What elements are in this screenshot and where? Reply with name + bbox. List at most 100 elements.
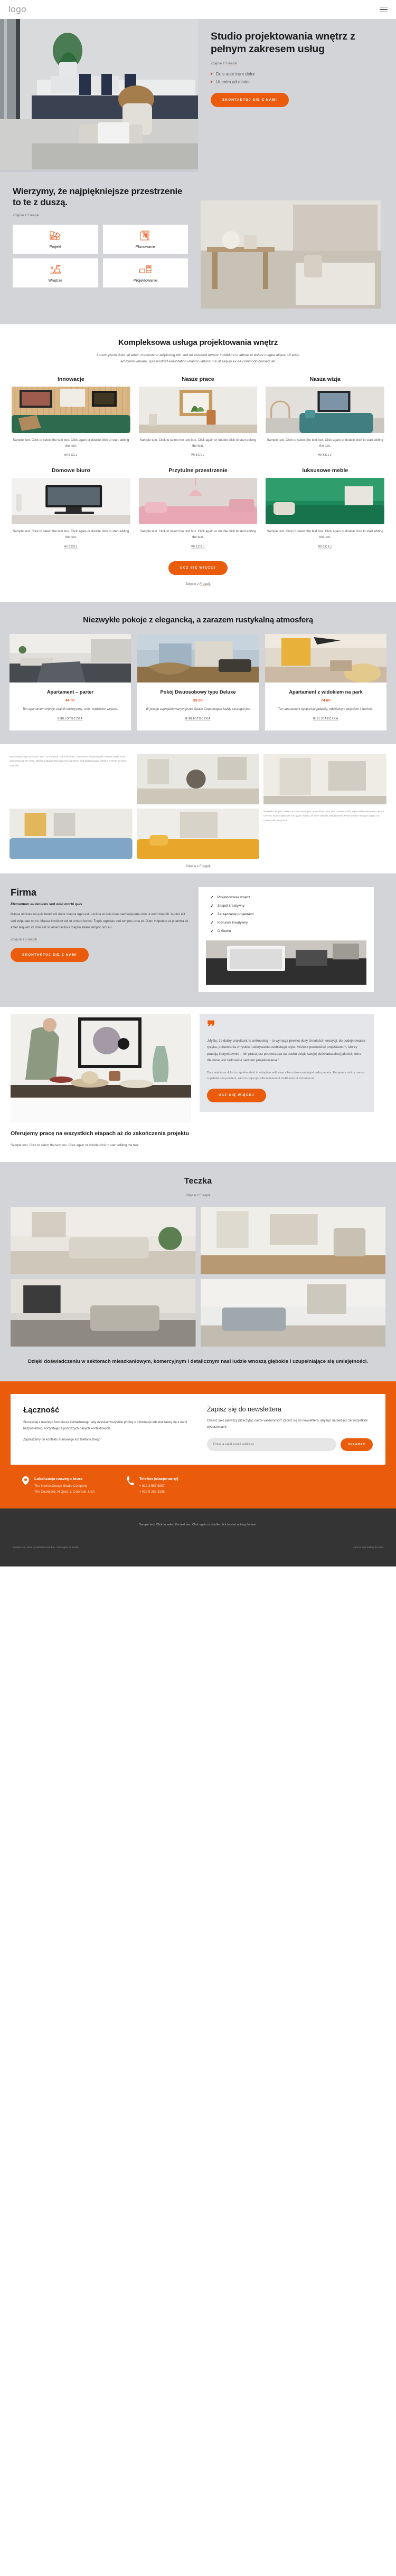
room-link[interactable]: BIBLIOTECZKA [58,717,83,720]
quote-section: Oferujemy pracę na wszystkich etapach aż… [0,1006,396,1162]
portfolio-image [11,1207,196,1275]
services-cards-row-1: Innowacje Sample text. Click to select t… [12,376,384,457]
bullet-label: Ut enim ad minim [216,79,250,84]
freepik-link[interactable]: Freepik [200,582,211,586]
card-text: Sample text. Click to select the text bo… [139,438,257,448]
phone-title: Telefon (stacjonarny) [139,1476,178,1482]
phone-line-2[interactable]: + 912 5 252 3336 [139,1489,178,1495]
card-more-link[interactable]: WIĘCEJ [12,545,130,549]
service-card: Innowacje Sample text. Click to select t… [12,376,130,457]
newsletter-form: SKŁADAĆ [206,1438,373,1452]
credit-prefix: Zdjęcie z [185,1194,200,1198]
hero-credit: Zdjęcie z Freepik [211,62,382,65]
belief-image [201,200,381,309]
hero-content: Studio projektowania wnętrz z pełnym zak… [198,19,396,172]
room-desc: W pokoju zaprojektowanym przez Space Cop… [146,707,250,711]
checklist-item: ✓ Projektowanie wnętrz [206,893,366,902]
quote-cta-button[interactable]: UCZ SIĘ WIĘCEJ [207,1089,266,1103]
room-body: Apartament z widokiem na park 74 m² Ten … [265,683,386,730]
room-card: Apartament – parter 44 m² Ten apartament… [10,633,131,730]
room-body: Pokój Dwuosobowy typu Deluxe 55 m² W pok… [137,683,259,730]
checklist-item: ✓ Zespół kreatywny [206,902,366,910]
freepik-link[interactable]: Freepik [225,62,237,65]
firma-cta-button[interactable]: SKONTAKTUJ SIĘ Z NAMI [11,948,89,963]
freepik-link[interactable]: Freepik [25,938,37,941]
card-more-link[interactable]: WIĘCEJ [139,454,258,457]
stages-image [11,1014,191,1123]
firma-content: Firma Elementum eu facilisis sed odio mo… [11,887,190,992]
card-title: Domowe biuro [51,467,90,474]
tile-projekt[interactable]: Projekt [13,225,98,254]
card-image [138,387,258,434]
newsletter-text: Chcesz jako pierwszy przeczytać nasze wi… [206,1419,368,1429]
mosaic-grid: Morbi adipiscing turpis arcu sed. Lorem … [10,753,386,859]
service-card: luksusowe meble Sample text. Click to se… [266,467,384,549]
portfolio-image [200,1207,385,1275]
room-link[interactable]: BIBLIOTECZKA [185,717,211,720]
tile-planowanie[interactable]: Planowanie [102,225,188,254]
mosaic-image [136,808,260,859]
tile-wnetrze[interactable]: Wnętrze [13,258,98,288]
room-card: Apartament z widokiem na park 74 m² Ten … [265,633,386,730]
hamburger-menu-icon[interactable] [380,6,388,13]
location-line-1: The Interior Design Studio Company [34,1484,88,1488]
room-desc: Ten apartament oferuje czajnik elektrycz… [22,707,118,711]
services-cards-row-2: Domowe biuro Sample text. Click to selec… [12,467,384,549]
card-more-link[interactable]: WIĘCEJ [139,545,258,549]
tile-label: Planowanie [135,244,155,249]
quote-column: ❞ „Myślę, że dobry projektant to antropo… [200,1014,374,1148]
portfolio-image [200,1279,385,1347]
mosaic-text-left: Morbi adipiscing turpis arcu sed. Lorem … [10,755,127,767]
checklist-item: ✓ Zarządzanie projektami [206,910,366,919]
checklist-label: Zarządzanie projektami [217,912,254,917]
card-image [266,478,384,525]
tile-label: Projektowanie [133,277,157,283]
room-desc: Ten apartament dysponuje jadalnią, oddzi… [278,707,374,711]
contact-phone: Telefon (stacjonarny) + 912 3 567 8987 +… [126,1476,178,1495]
newsletter-title: Zapisz się do newslettera [206,1405,281,1413]
hero-bullets: Duis aute irure dolor Ut enim ad minim [211,72,382,84]
card-image [12,478,130,525]
firma-title: Firma [11,887,37,898]
card-more-link[interactable]: WIĘCEJ [12,454,130,457]
tile-projektowanie[interactable]: Projektowanie [102,258,188,288]
hero-title: Studio projektowania wnętrz z pełnym zak… [211,31,355,55]
armchair-lamp-icon [49,264,62,275]
hero-bullet-1: Duis aute irure dolor [211,72,382,76]
room-link[interactable]: BIBLIOTECZKA [313,717,338,720]
freepik-link[interactable]: Freepik [27,214,39,217]
freepik-link[interactable]: Freepik [200,1194,211,1197]
room-area: 55 m² [193,698,203,703]
checklist-label: O Studiu [217,929,231,934]
newsletter-submit-button[interactable]: SKŁADAĆ [341,1438,373,1451]
card-more-link[interactable]: WIĘCEJ [266,454,384,457]
stages-column: Oferujemy pracę na wszystkich etapach aż… [11,1014,191,1148]
portfolio-closing: Dzięki doświadczeniu w sektorach mieszka… [27,1359,369,1365]
portfolio-section: Teczka Zdjęcie z Freepik Dzięki doświadc… [0,1162,396,1381]
services-credit: Zdjęcie z Freepik [12,582,384,586]
stages-title: Oferujemy pracę na wszystkich etapach aż… [11,1130,189,1137]
phone-icon [126,1476,134,1495]
contact-left: Łączność Skorzystaj z naszego formularza… [23,1406,195,1451]
card-title: Nasze prace [182,376,214,383]
map-pin-icon [22,1476,29,1495]
belief-section: Wierzymy, że najpiękniejsze przestrzenie… [0,172,396,324]
phone-line-1[interactable]: + 912 3 567 8987 [139,1484,178,1489]
services-cta-button[interactable]: UCZ SIĘ WIĘCEJ [168,561,228,575]
contact-title: Łączność [23,1405,60,1415]
rooms-section: Niezwykłe pokoje z elegancką, a zarazem … [0,601,396,744]
card-more-link[interactable]: WIĘCEJ [266,545,384,549]
credit-prefix: Zdjęcie z [11,938,26,942]
credit-prefix: Zdjęcie z [185,582,200,586]
portfolio-grid [11,1207,385,1347]
hero-section: Studio projektowania wnętrz z pełnym zak… [0,19,396,172]
card-title: Nasza wizja [309,376,341,383]
newsletter-email-input[interactable] [206,1438,337,1452]
service-card: Przytulne przestrzenie Sample text. Clic… [138,467,258,549]
room-name: Apartament z widokiem na park [289,689,363,695]
freepik-link[interactable]: Freepik [200,864,211,868]
mosaic-section: Morbi adipiscing turpis arcu sed. Lorem … [0,744,396,873]
hero-cta-button[interactable]: SKONTAKTUJ SIĘ Z NAMI [211,92,289,107]
site-logo[interactable]: logo [8,4,26,15]
triangle-bullet-icon [211,80,213,84]
